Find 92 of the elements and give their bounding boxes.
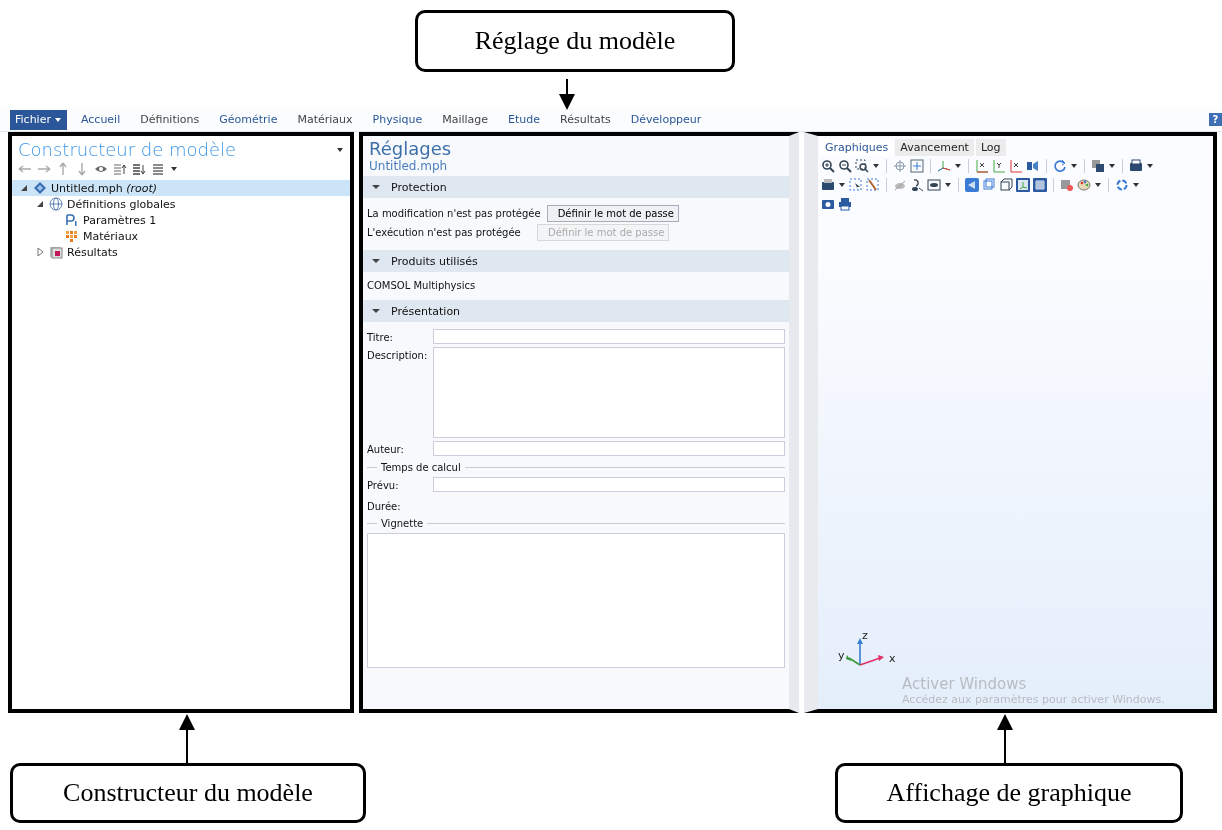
input-field[interactable] bbox=[433, 441, 785, 456]
ribbon-tab[interactable]: Matériaux bbox=[289, 111, 361, 128]
parameters-icon bbox=[65, 213, 79, 227]
field-label: Description: bbox=[367, 349, 429, 361]
printer-box-icon[interactable] bbox=[821, 177, 835, 192]
callout-box: Affichage de graphique bbox=[835, 763, 1183, 823]
ribbon-tab[interactable]: Géométrie bbox=[211, 111, 286, 128]
panel-tab[interactable]: Graphiques bbox=[820, 139, 894, 156]
group-label: Temps de calcul bbox=[381, 462, 461, 473]
watermark-text: Accédez aux paramètres pour activer Windows. bbox=[902, 693, 1165, 706]
file-menu-button[interactable]: Fichier bbox=[10, 109, 67, 130]
tree-item[interactable]: Définitions globales bbox=[12, 196, 350, 212]
tree-label: Résultats bbox=[67, 245, 118, 259]
tree-label: Définitions globales bbox=[67, 197, 176, 211]
expanded-icon[interactable] bbox=[371, 182, 381, 192]
field-label: Durée: bbox=[367, 500, 402, 512]
product-name: COMSOL Multiphysics bbox=[367, 280, 477, 291]
protection-label: L'exécution n'est pas protégée bbox=[367, 227, 522, 238]
ribbon-tab[interactable]: Physique bbox=[364, 111, 431, 128]
protection-label: La modification n'est pas protégée bbox=[367, 208, 541, 219]
section-header[interactable]: Protection bbox=[363, 176, 789, 198]
tree-item[interactable]: Paramètres 1 bbox=[12, 212, 350, 228]
grid-icon bbox=[65, 229, 79, 243]
rotate-icon[interactable] bbox=[1053, 158, 1067, 173]
zoom-in-icon[interactable] bbox=[821, 158, 835, 173]
grid-toggle-icon[interactable] bbox=[1033, 177, 1047, 192]
arrow bbox=[997, 714, 1013, 765]
field-label: Prévu: bbox=[367, 479, 400, 491]
axis-toggle-icon[interactable] bbox=[1016, 177, 1030, 192]
axes-icon[interactable] bbox=[937, 158, 951, 173]
field-label: Auteur: bbox=[367, 443, 405, 455]
palette-icon[interactable] bbox=[1077, 177, 1091, 192]
ribbon-tab[interactable]: Etude bbox=[500, 111, 549, 128]
panel-tab[interactable]: Avancement bbox=[895, 139, 974, 156]
perspective-icon[interactable] bbox=[965, 177, 979, 192]
ribbon-tab[interactable]: Résultats bbox=[552, 111, 619, 128]
tree-item[interactable]: Untitled.mph (root) bbox=[12, 180, 350, 196]
results-icon bbox=[49, 245, 63, 259]
tree-item[interactable]: Matériaux bbox=[12, 228, 350, 244]
callout-box: Réglage du modèle bbox=[415, 10, 735, 72]
list-icon[interactable] bbox=[151, 162, 165, 176]
layers-icon[interactable] bbox=[1091, 158, 1105, 173]
tree-label: Matériaux bbox=[83, 229, 139, 243]
callout-box: Constructeur du modèle bbox=[10, 763, 366, 823]
list-up-icon[interactable] bbox=[113, 162, 127, 176]
printer-icon[interactable] bbox=[838, 196, 852, 211]
globe-icon bbox=[49, 197, 63, 211]
camera-view-icon[interactable] bbox=[1026, 158, 1040, 173]
xy-plane-icon[interactable] bbox=[975, 158, 989, 173]
panel-title: Constructeur de modèle bbox=[18, 139, 238, 160]
set-password-button[interactable]: Définir le mot de passe bbox=[546, 205, 679, 222]
file-name: Untitled.mph bbox=[368, 159, 449, 175]
image-export-icon[interactable] bbox=[1129, 158, 1143, 173]
tree-item[interactable]: Résultats bbox=[12, 244, 350, 260]
panel-tab[interactable]: Log bbox=[975, 139, 1006, 156]
list-down-icon[interactable] bbox=[132, 162, 146, 176]
panel-title: Réglages bbox=[368, 137, 453, 159]
help-button[interactable]: ? bbox=[1209, 113, 1222, 126]
input-field[interactable] bbox=[433, 329, 785, 344]
axis-label: z bbox=[862, 633, 868, 642]
input-field[interactable] bbox=[433, 477, 785, 492]
select-brush-icon[interactable] bbox=[866, 177, 880, 192]
zoom-box-icon[interactable] bbox=[855, 158, 869, 173]
select-box-icon[interactable] bbox=[849, 177, 863, 192]
watermark-title: Activer Windows bbox=[902, 675, 1028, 693]
axis-label: y bbox=[838, 649, 845, 662]
graphics-canvas[interactable]: z y x Activer Windows Accédez aux paramètres pour activer Windows. bbox=[818, 213, 1213, 709]
section-header[interactable]: Produits utilisés bbox=[363, 250, 789, 272]
box-icon[interactable] bbox=[999, 177, 1013, 192]
field-label: Titre: bbox=[367, 331, 394, 343]
arrow bbox=[179, 714, 195, 765]
arrow bbox=[559, 78, 575, 110]
group-label: Vignette bbox=[381, 518, 424, 529]
collapsed-icon[interactable] bbox=[36, 247, 45, 257]
axis-label: x bbox=[889, 652, 896, 665]
zoom-out-icon[interactable] bbox=[838, 158, 852, 173]
view-icon[interactable] bbox=[927, 177, 941, 192]
ribbon-tab[interactable]: Définitions bbox=[132, 111, 208, 128]
ribbon-tab[interactable]: Accueil bbox=[72, 111, 129, 128]
scene-light-icon[interactable] bbox=[1060, 177, 1074, 192]
tree-label: Paramètres 1 bbox=[83, 213, 157, 227]
axis-triad-drawing bbox=[846, 638, 884, 666]
tree-label: Untitled.mph (root) bbox=[51, 181, 158, 195]
expanded-icon[interactable] bbox=[371, 256, 381, 266]
ribbon-tab[interactable]: Maillage bbox=[434, 111, 497, 128]
xz-plane-icon[interactable] bbox=[1009, 158, 1023, 173]
expanded-icon[interactable] bbox=[371, 306, 381, 316]
model-icon bbox=[33, 181, 47, 195]
reset-hide-icon[interactable] bbox=[910, 177, 924, 192]
ribbon-tab[interactable]: Développeur bbox=[622, 111, 710, 128]
section-header[interactable]: Présentation bbox=[363, 300, 789, 322]
refresh-icon[interactable] bbox=[1115, 177, 1129, 192]
